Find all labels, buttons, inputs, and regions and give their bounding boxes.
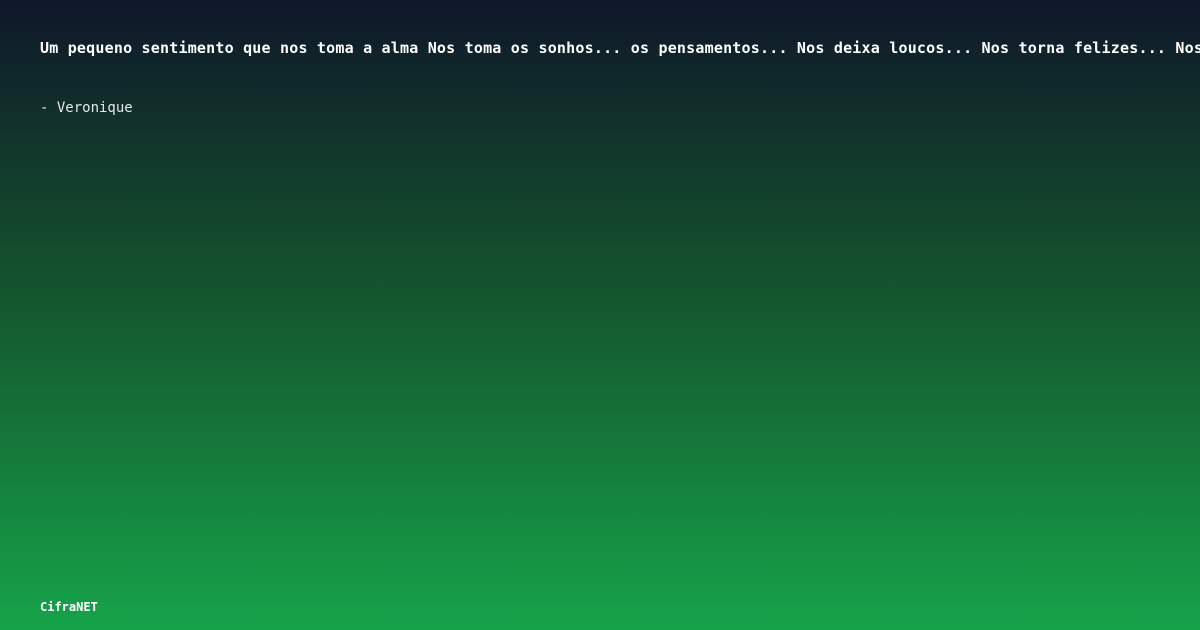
brand-logo-text: CifraNET bbox=[40, 600, 98, 614]
quote-author: - Veronique bbox=[40, 100, 133, 116]
quote-text: Um pequeno sentimento que nos toma a alm… bbox=[40, 39, 1200, 57]
